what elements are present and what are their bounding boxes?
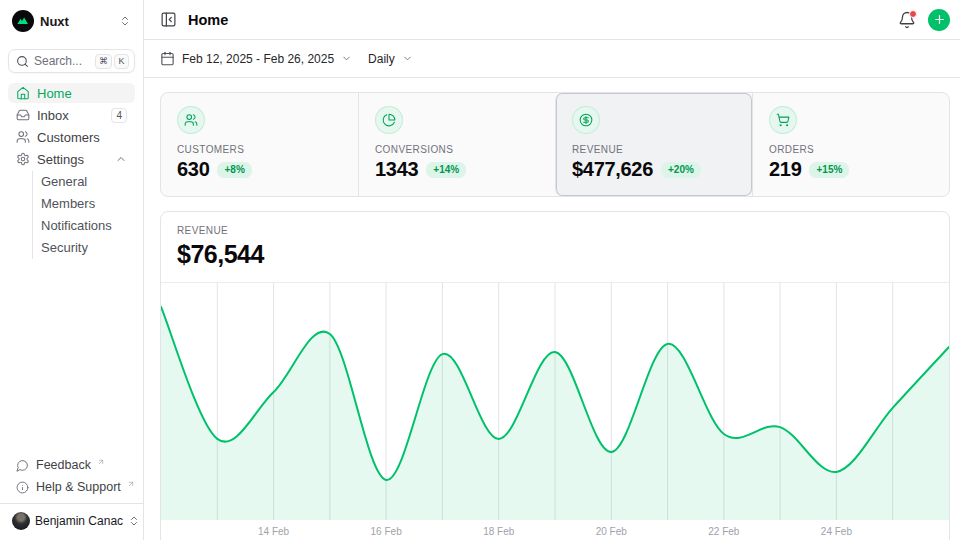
chevron-up-icon <box>115 153 127 165</box>
workspace-name: Nuxt <box>40 14 69 29</box>
granularity-select[interactable]: Daily <box>368 52 413 66</box>
settings-subnav: GeneralMembersNotificationsSecurity <box>32 171 135 259</box>
workspace-switcher[interactable]: Nuxt <box>8 8 135 34</box>
page-title: Home <box>188 12 228 28</box>
sidebar-item-home[interactable]: Home <box>8 83 135 103</box>
kbd-k: K <box>114 54 129 69</box>
users-icon <box>177 106 205 134</box>
date-range-picker[interactable]: Feb 12, 2025 - Feb 26, 2025 <box>160 51 352 66</box>
avatar <box>12 512 30 530</box>
stat-value: 219 <box>769 158 801 181</box>
search-shortcut: ⌘K <box>95 54 129 69</box>
inbox-icon <box>16 108 30 122</box>
granularity-label: Daily <box>368 52 395 66</box>
sidebar-nav: Home Inbox 4 Customers Settings GeneralMem… <box>8 83 135 261</box>
notifications-bell-icon[interactable] <box>898 11 916 29</box>
topbar: Home <box>144 0 960 40</box>
chart-x-axis: 14 Feb 16 Feb 18 Feb 20 Feb 22 Feb 24 Feb <box>161 520 949 540</box>
topbar-actions <box>898 9 950 31</box>
nuxt-logo-icon <box>12 10 34 32</box>
sidebar-collapse-icon[interactable] <box>160 11 177 28</box>
calendar-icon <box>160 51 175 66</box>
stat-card-customers[interactable]: CUSTOMERS 630 +8% <box>161 93 358 196</box>
chart-value: $76,544 <box>177 240 933 268</box>
chevron-down-icon <box>341 53 352 64</box>
arrow-up-right-icon <box>97 458 105 466</box>
chart-label: REVENUE <box>177 225 933 236</box>
sidebar-link-label: Feedback <box>36 458 91 472</box>
filter-toolbar: Feb 12, 2025 - Feb 26, 2025 Daily <box>144 40 960 78</box>
sidebar-subitem-notifications[interactable]: Notifications <box>33 215 135 237</box>
x-axis-tick: 18 Feb <box>483 526 514 537</box>
chat-bubble-icon <box>16 459 29 472</box>
pie-chart-icon <box>375 106 403 134</box>
main-area: Home Feb 12, 2025 - Feb 26, 2025 Daily C… <box>144 0 960 540</box>
chevron-down-icon <box>402 53 413 64</box>
search-placeholder: Search... <box>34 54 82 68</box>
sidebar-subitem-security[interactable]: Security <box>33 237 135 259</box>
x-axis-tick: 24 Feb <box>821 526 852 537</box>
kbd--: ⌘ <box>95 54 112 69</box>
sidebar-item-customers[interactable]: Customers <box>8 127 135 147</box>
sidebar-link-feedback[interactable]: Feedback <box>8 455 135 475</box>
stat-delta-badge: +20% <box>661 162 701 178</box>
chevrons-up-down-icon <box>128 515 140 527</box>
add-button[interactable] <box>928 9 950 31</box>
home-icon <box>16 86 30 100</box>
sidebar-subitem-general[interactable]: General <box>33 171 135 193</box>
circle-dollar-icon <box>572 106 600 134</box>
search-input[interactable]: Search... ⌘K <box>8 49 135 73</box>
stat-label: REVENUE <box>572 144 736 155</box>
sidebar-divider <box>0 503 143 504</box>
user-name: Benjamin Canac <box>35 514 123 528</box>
sidebar-footer: Feedback Help & Support Benjamin Canac <box>8 455 135 532</box>
sidebar-item-label: Inbox <box>37 108 69 123</box>
revenue-chart-card: REVENUE $76,544 14 Feb 16 Feb 18 Feb 20 Feb… <box>160 211 950 540</box>
sidebar-item-settings[interactable]: Settings <box>8 149 135 169</box>
revenue-chart[interactable]: 14 Feb16 Feb18 Feb20 Feb22 Feb24 Feb <box>161 283 949 520</box>
chart-header: REVENUE $76,544 <box>161 212 949 283</box>
users-icon <box>16 130 30 144</box>
x-axis-tick: 20 Feb <box>596 526 627 537</box>
sidebar-subitem-members[interactable]: Members <box>33 193 135 215</box>
stat-value: $477,626 <box>572 158 653 181</box>
stat-label: ORDERS <box>769 144 933 155</box>
sidebar-item-inbox[interactable]: Inbox 4 <box>8 105 135 125</box>
stat-value: 1343 <box>375 158 418 181</box>
x-axis-tick: 16 Feb <box>371 526 402 537</box>
page-content: CUSTOMERS 630 +8% CONVERSIONS 1343 +14% … <box>144 78 960 540</box>
chart-svg <box>161 283 949 520</box>
notification-dot <box>909 10 917 18</box>
sidebar-item-label: Settings <box>37 152 84 167</box>
user-menu[interactable]: Benjamin Canac <box>8 510 135 532</box>
stat-value: 630 <box>177 158 209 181</box>
app: Nuxt Search... ⌘K Home Inbox 4 Customers … <box>0 0 960 540</box>
sidebar-item-label: Home <box>37 86 72 101</box>
gear-icon <box>16 152 30 166</box>
date-range-label: Feb 12, 2025 - Feb 26, 2025 <box>182 52 334 66</box>
stat-card-orders[interactable]: ORDERS 219 +15% <box>752 93 949 196</box>
x-axis-tick: 14 Feb <box>258 526 289 537</box>
sidebar-link-label: Help & Support <box>36 480 121 494</box>
stat-delta-badge: +15% <box>809 162 849 178</box>
search-icon <box>16 55 29 68</box>
stat-delta-badge: +8% <box>217 162 251 178</box>
stat-delta-badge: +14% <box>426 162 466 178</box>
inbox-count-badge: 4 <box>111 108 127 123</box>
arrow-up-right-icon <box>127 480 135 488</box>
cart-icon <box>769 106 797 134</box>
sidebar-link-help-support[interactable]: Help & Support <box>8 477 135 497</box>
stats-row: CUSTOMERS 630 +8% CONVERSIONS 1343 +14% … <box>160 92 950 197</box>
sidebar: Nuxt Search... ⌘K Home Inbox 4 Customers … <box>0 0 144 540</box>
chevrons-up-down-icon <box>119 15 131 27</box>
info-icon <box>16 481 29 494</box>
stat-card-revenue[interactable]: REVENUE $477,626 +20% <box>555 93 752 196</box>
stat-card-conversions[interactable]: CONVERSIONS 1343 +14% <box>358 93 555 196</box>
stat-label: CUSTOMERS <box>177 144 342 155</box>
stat-label: CONVERSIONS <box>375 144 539 155</box>
sidebar-item-label: Customers <box>37 130 100 145</box>
x-axis-tick: 22 Feb <box>708 526 739 537</box>
